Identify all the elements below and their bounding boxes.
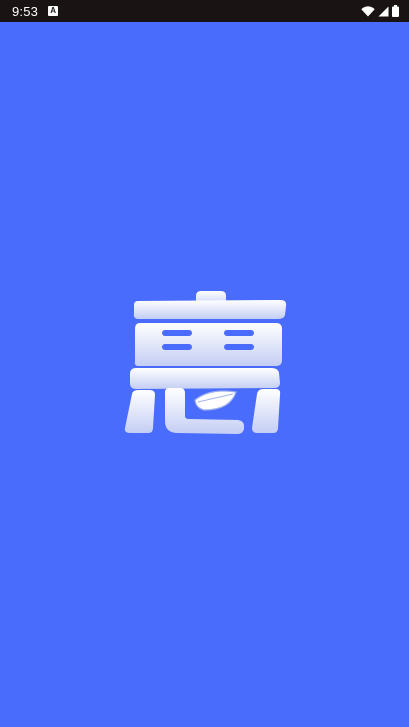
notification-a-icon: A bbox=[48, 6, 59, 16]
status-time: 9:53 bbox=[12, 3, 39, 19]
battery-icon bbox=[392, 5, 399, 17]
wifi-icon bbox=[361, 5, 375, 16]
app-logo: 惠 bbox=[120, 288, 290, 438]
hui-logo-icon bbox=[124, 291, 287, 434]
cellular-icon bbox=[378, 6, 389, 16]
status-bar: 9:53 A bbox=[0, 0, 409, 22]
status-icons bbox=[361, 5, 399, 17]
